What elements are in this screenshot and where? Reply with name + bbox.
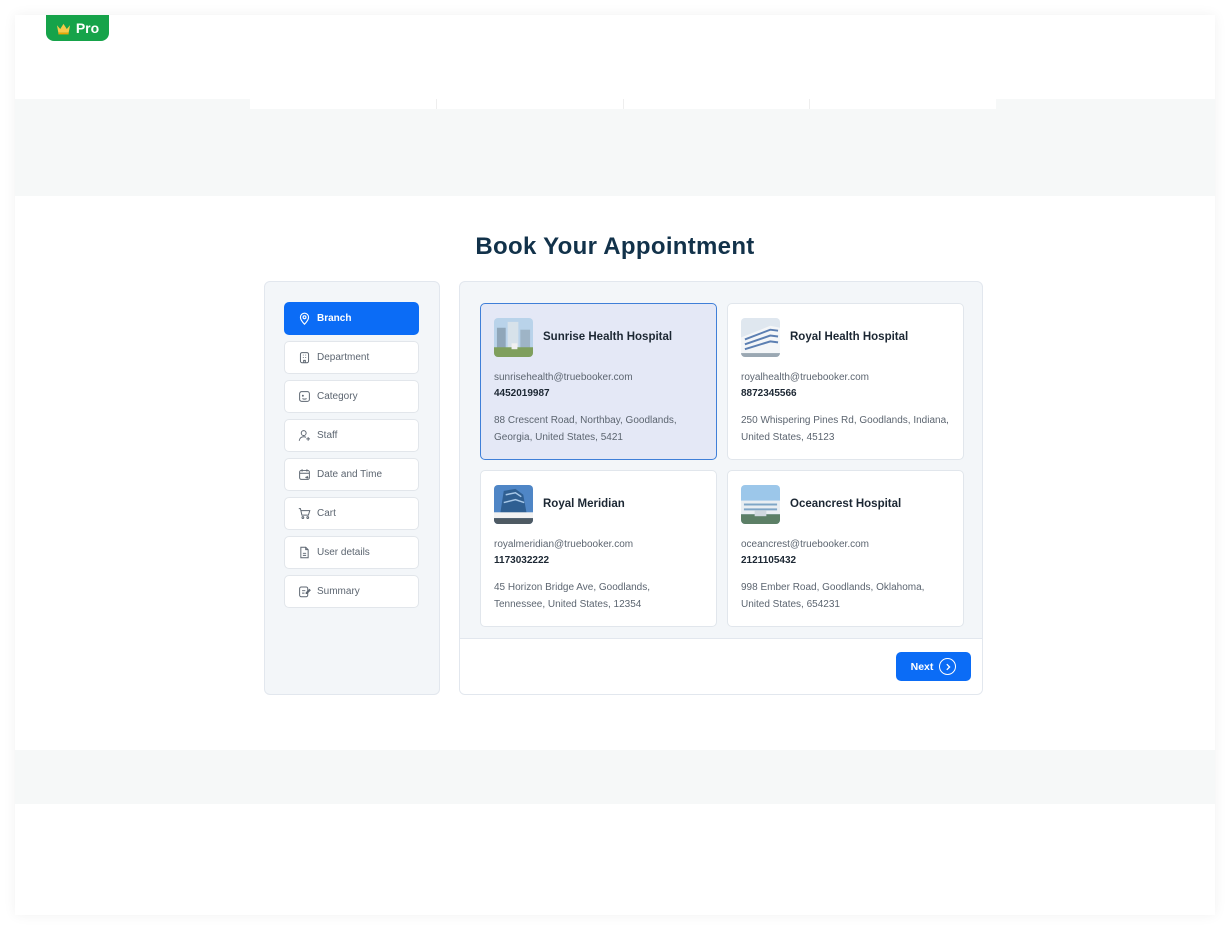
crown-icon xyxy=(56,23,70,34)
branch-phone: 8872345566 xyxy=(741,388,797,399)
branch-phone: 2121105432 xyxy=(741,555,797,566)
hospital-thumbnail xyxy=(741,484,780,524)
step-label: Branch xyxy=(317,313,352,324)
step-branch[interactable]: Branch xyxy=(284,302,419,335)
pro-badge: Pro xyxy=(46,15,109,41)
step-user-details[interactable]: User details xyxy=(284,536,419,569)
steps-sidebar: Branch Department Category Staff Date an… xyxy=(264,281,440,695)
branch-card-royal-meridian[interactable]: Royal Meridian royalmeridian@truebooker.… xyxy=(480,470,717,627)
step-category[interactable]: Category xyxy=(284,380,419,413)
branch-email: sunrisehealth@truebooker.com xyxy=(494,372,633,383)
step-label: Summary xyxy=(317,586,360,597)
hospital-thumbnail xyxy=(494,317,533,357)
step-label: Department xyxy=(317,352,370,363)
branch-email: oceancrest@truebooker.com xyxy=(741,539,869,550)
category-icon xyxy=(298,390,311,403)
step-label: Date and Time xyxy=(317,469,383,480)
branch-card-oceancrest-hospital[interactable]: Oceancrest Hospital oceancrest@truebooke… xyxy=(727,470,964,627)
hospital-thumbnail xyxy=(741,317,780,357)
hospital-thumbnail xyxy=(494,484,533,524)
next-button[interactable]: Next xyxy=(896,652,971,681)
step-label: Cart xyxy=(317,508,336,519)
header-band xyxy=(15,99,1215,196)
step-label: Category xyxy=(317,391,358,402)
chevron-right-icon xyxy=(939,658,957,675)
branch-name: Oceancrest Hospital xyxy=(790,498,902,510)
step-summary[interactable]: Summary xyxy=(284,575,419,608)
user-add-icon xyxy=(298,429,311,442)
step-staff[interactable]: Staff xyxy=(284,419,419,452)
branch-address: 45 Horizon Bridge Ave, Goodlands, Tennes… xyxy=(494,582,651,610)
branch-address: 998 Ember Road, Goodlands, Oklahoma, Uni… xyxy=(741,582,925,610)
branch-phone: 4452019987 xyxy=(494,388,550,399)
page-frame: Pro Book Your Appointment Branch Departm… xyxy=(15,15,1215,915)
tabs-strip xyxy=(250,99,996,109)
map-pin-icon xyxy=(298,312,311,325)
branch-name: Sunrise Health Hospital xyxy=(543,331,673,343)
page-title: Book Your Appointment xyxy=(475,233,755,260)
branch-panel: Sunrise Health Hospital sunrisehealth@tr… xyxy=(459,281,983,695)
calendar-icon xyxy=(298,468,311,481)
summary-icon xyxy=(298,585,311,598)
branch-card-royal-health-hospital[interactable]: Royal Health Hospital royalhealth@truebo… xyxy=(727,303,964,460)
step-department[interactable]: Department xyxy=(284,341,419,374)
branch-email: royalmeridian@truebooker.com xyxy=(494,539,634,550)
branch-name: Royal Meridian xyxy=(543,498,625,510)
footer-band xyxy=(15,750,1215,804)
branch-email: royalhealth@truebooker.com xyxy=(741,372,869,383)
step-cart[interactable]: Cart xyxy=(284,497,419,530)
step-label: Staff xyxy=(317,430,338,441)
step-label: User details xyxy=(317,547,370,558)
step-date-and-time[interactable]: Date and Time xyxy=(284,458,419,491)
branch-grid: Sunrise Health Hospital sunrisehealth@tr… xyxy=(480,303,964,627)
pro-badge-label: Pro xyxy=(75,20,100,36)
branch-card-sunrise-health-hospital[interactable]: Sunrise Health Hospital sunrisehealth@tr… xyxy=(480,303,717,460)
building-icon xyxy=(298,351,311,364)
branch-phone: 1173032222 xyxy=(494,555,550,566)
document-icon xyxy=(298,546,311,559)
branch-address: 250 Whispering Pines Rd, Goodlands, Indi… xyxy=(741,415,949,443)
branch-address: 88 Crescent Road, Northbay, Goodlands, G… xyxy=(494,415,677,443)
cart-icon xyxy=(298,507,311,520)
branch-name: Royal Health Hospital xyxy=(790,331,909,343)
next-button-label: Next xyxy=(910,660,934,673)
panel-footer: Next xyxy=(460,638,982,694)
